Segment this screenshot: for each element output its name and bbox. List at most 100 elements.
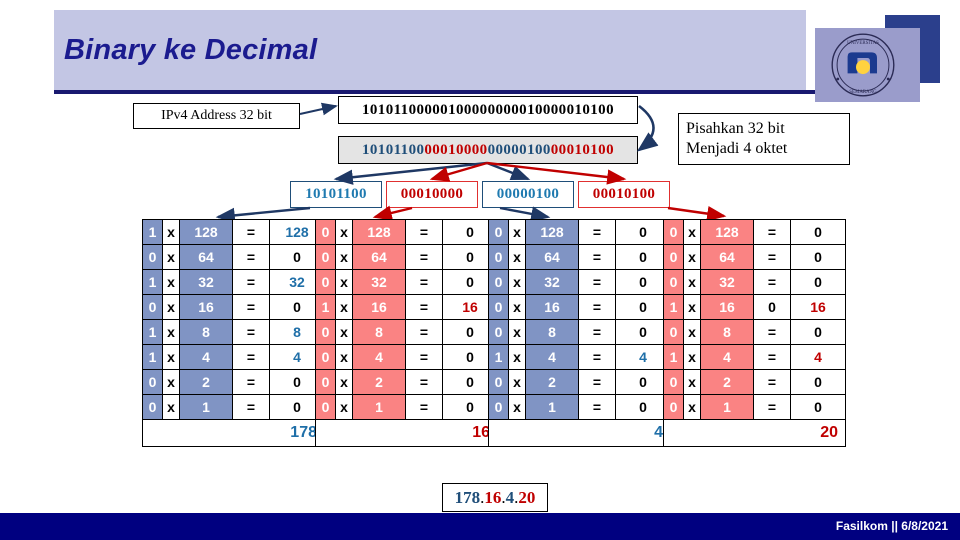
equals-operator-cell: = (232, 269, 270, 295)
bit-cell: 1 (142, 219, 163, 245)
multiply-operator-cell: x (508, 394, 526, 420)
table-total-row: 20 (663, 419, 846, 447)
slide-canvas: Binary ke Decimal UNIVERSITAS SEMARANG I… (0, 0, 960, 540)
bit-cell: 0 (488, 244, 509, 270)
multiply-operator-cell: x (683, 244, 701, 270)
note-line-1: Pisahkan 32 bit (686, 120, 785, 137)
instruction-note-box: Pisahkan 32 bit Menjadi 4 oktet (678, 113, 850, 165)
bit-cell: 0 (488, 219, 509, 245)
bit-cell: 0 (315, 319, 336, 345)
bit-cell: 0 (315, 369, 336, 395)
equals-operator-cell: = (753, 244, 791, 270)
arrow-split-2 (429, 161, 488, 182)
bit-cell: 0 (488, 294, 509, 320)
table-row: 0 x 128 = 0 (663, 219, 846, 245)
table-row: 0 x 64 = 0 (315, 244, 498, 270)
table-row: 0 x 64 = 0 (663, 244, 846, 270)
result-cell: 0 (790, 394, 846, 420)
equals-operator-cell: = (578, 294, 616, 320)
svg-text:UNIVERSITAS: UNIVERSITAS (847, 41, 879, 46)
table-row: 0 x 1 = 0 (488, 394, 671, 420)
final-ip-segment: 4 (505, 487, 515, 507)
arrow-label-to-bitstring (299, 102, 338, 116)
weight-cell: 2 (525, 369, 579, 395)
bit-cell: 0 (315, 219, 336, 245)
bit-cell: 0 (142, 394, 163, 420)
weight-cell: 8 (352, 319, 406, 345)
equals-operator-cell: = (405, 244, 443, 270)
bit-cell: 0 (488, 394, 509, 420)
weight-cell: 32 (700, 269, 754, 295)
page-title: Binary ke Decimal (64, 34, 318, 66)
equals-operator-cell: = (753, 219, 791, 245)
multiply-operator-cell: x (162, 319, 180, 345)
octet-calc-table-1: 1 x 128 = 128 0 x 64 = 0 1 x 32 = 32 0 x 16 = 0 1 x 8 = 8 1 x 4 = 4 0 x… (142, 219, 325, 447)
table-body-4: 0 x 128 = 0 0 x 64 = 0 0 x 32 = 0 1 x 16 0 16 0 x 8 = 0 1 x 4 = 4 0 x 2 =… (663, 219, 846, 447)
table-row: 1 x 128 = 128 (142, 219, 325, 245)
bit-cell: 1 (142, 319, 163, 345)
table-row: 0 x 4 = 0 (315, 344, 498, 370)
table-row: 0 x 8 = 0 (488, 319, 671, 345)
table-row: 0 x 2 = 0 (663, 369, 846, 395)
bit-segment: 10101100 (362, 141, 425, 158)
final-ip-segment: 178 (454, 487, 481, 507)
weight-cell: 64 (700, 244, 754, 270)
equals-operator-cell: = (232, 369, 270, 395)
multiply-operator-cell: x (683, 269, 701, 295)
final-ip-segment: 16 (484, 487, 502, 507)
bitstring-plain-box: 10101100000100000000010000010100 (338, 96, 638, 124)
table-row: 0 x 8 = 0 (315, 319, 498, 345)
final-ip-address: 178. 16. 4. 20 (442, 483, 548, 512)
bit-cell: 0 (663, 394, 684, 420)
weight-cell: 4 (352, 344, 406, 370)
bitstring-colored-box: 10101100 00010000 00000100 00010100 (338, 136, 638, 164)
weight-cell: 32 (525, 269, 579, 295)
equals-operator-cell: = (578, 394, 616, 420)
equals-operator-cell: = (232, 294, 270, 320)
octet-box-3: 00000100 (482, 181, 574, 208)
table-row: 0 x 1 = 0 (315, 394, 498, 420)
table-row: 0 x 1 = 0 (142, 394, 325, 420)
multiply-operator-cell: x (508, 319, 526, 345)
footer-text: Fasilkom || 6/8/2021 (835, 519, 948, 533)
octet-box-4: 00010100 (578, 181, 670, 208)
table-body-2: 0 x 128 = 0 0 x 64 = 0 0 x 32 = 0 1 x 16 = 16 0 x 8 = 0 0 x 4 = 0 0 x 2 =… (315, 219, 498, 447)
bit-cell: 1 (315, 294, 336, 320)
octet-calc-table-3: 0 x 128 = 0 0 x 64 = 0 0 x 32 = 0 0 x 16 = 0 0 x 8 = 0 1 x 4 = 4 0 x 2 = 0… (488, 219, 671, 447)
table-row: 0 x 1 = 0 (663, 394, 846, 420)
arrow-octet4-to-table4 (667, 206, 727, 222)
weight-cell: 4 (700, 344, 754, 370)
bit-cell: 0 (663, 219, 684, 245)
equals-operator-cell: = (578, 369, 616, 395)
weight-cell: 64 (525, 244, 579, 270)
weight-cell: 16 (179, 294, 233, 320)
multiply-operator-cell: x (335, 294, 353, 320)
table-row: 0 x 32 = 0 (663, 269, 846, 295)
multiply-operator-cell: x (508, 219, 526, 245)
result-cell: 0 (790, 369, 846, 395)
multiply-operator-cell: x (335, 244, 353, 270)
bit-cell: 0 (315, 344, 336, 370)
table-row: 1 x 4 = 4 (663, 344, 846, 370)
arrow-octet2-to-table2 (372, 205, 413, 221)
bit-segment: 00010100 (550, 141, 614, 158)
result-cell: 0 (790, 244, 846, 270)
weight-cell: 2 (700, 369, 754, 395)
multiply-operator-cell: x (508, 269, 526, 295)
multiply-operator-cell: x (162, 344, 180, 370)
bit-segment: 00010000 (424, 141, 488, 158)
weight-cell: 1 (179, 394, 233, 420)
arrow-split-3 (486, 161, 531, 181)
bit-cell: 0 (142, 244, 163, 270)
table-row: 0 x 64 = 0 (488, 244, 671, 270)
bit-cell: 0 (315, 269, 336, 295)
multiply-operator-cell: x (335, 344, 353, 370)
equals-operator-cell: = (405, 294, 443, 320)
multiply-operator-cell: x (162, 394, 180, 420)
equals-operator-cell: = (232, 244, 270, 270)
udinus-logo-icon: UNIVERSITAS SEMARANG (831, 33, 895, 97)
octet-total-value: 20 (663, 419, 846, 447)
multiply-operator-cell: x (162, 294, 180, 320)
octet-calc-table-2: 0 x 128 = 0 0 x 64 = 0 0 x 32 = 0 1 x 16 = 16 0 x 8 = 0 0 x 4 = 0 0 x 2 =… (315, 219, 498, 447)
weight-cell: 32 (179, 269, 233, 295)
